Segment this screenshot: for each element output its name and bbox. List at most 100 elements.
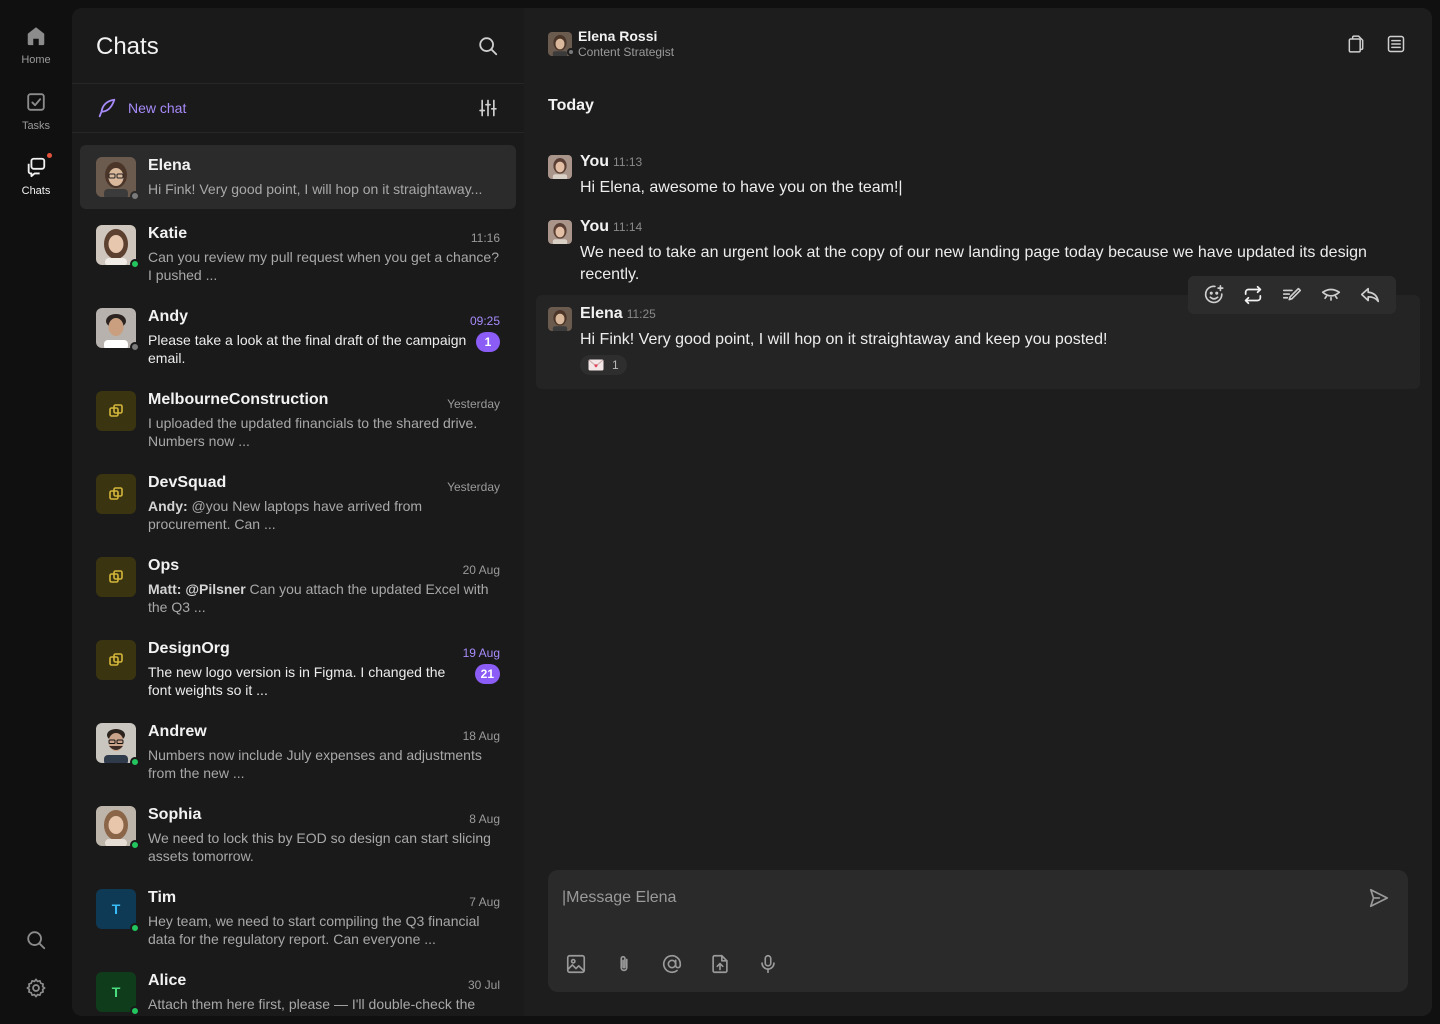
message-author: You xyxy=(580,218,610,235)
chat-time: 7 Aug xyxy=(469,895,500,909)
chat-name: Alice xyxy=(148,972,187,989)
status-indicator xyxy=(130,259,140,269)
chat-list-header: Chats xyxy=(72,8,524,84)
group-avatar xyxy=(96,391,136,431)
chat-name: Andy xyxy=(148,308,188,325)
search-icon xyxy=(25,929,47,951)
chat-item-elena[interactable]: Elena Hi Fink! Very good point, I will h… xyxy=(80,145,516,209)
chat-item-andrew[interactable]: Andrew 18 Aug Numbers now include July e… xyxy=(80,711,516,781)
avatar xyxy=(96,308,140,352)
message-text: Hi Elena, awesome to have you on the tea… xyxy=(580,179,903,196)
hide-button[interactable] xyxy=(1317,281,1345,309)
status-indicator xyxy=(130,757,140,767)
chat-name: Elena xyxy=(148,157,191,174)
rail-label-chats: Chats xyxy=(21,185,51,197)
filter-button[interactable] xyxy=(476,96,500,120)
notification-dot xyxy=(47,153,52,158)
voice-message-button[interactable] xyxy=(756,952,780,976)
search-icon xyxy=(477,35,499,57)
sliders-icon xyxy=(478,98,498,118)
chat-list-panel: Chats New chat Elena Hi Fink! Very good … xyxy=(72,8,524,1016)
chat-name: DesignOrg xyxy=(148,640,230,657)
status-indicator xyxy=(130,342,140,352)
status-indicator xyxy=(130,840,140,850)
edit-button[interactable] xyxy=(1278,281,1306,309)
chat-item-katie[interactable]: Katie 11:16 Can you review my pull reque… xyxy=(80,213,516,283)
reaction-count: 1 xyxy=(612,358,619,372)
status-indicator xyxy=(567,48,575,56)
microphone-icon xyxy=(757,953,779,975)
copy-files-icon xyxy=(1346,34,1366,54)
tasks-icon xyxy=(24,90,48,114)
eye-closed-icon xyxy=(1320,284,1342,306)
chat-time: Yesterday xyxy=(447,397,500,411)
forward-button[interactable] xyxy=(1239,281,1267,309)
image-icon xyxy=(565,953,587,975)
chat-preview: Hi Fink! Very good point, I will hop on … xyxy=(148,181,483,197)
chat-time: 30 Jul xyxy=(467,978,500,992)
message-input[interactable] xyxy=(562,884,1342,912)
chat-search-button[interactable] xyxy=(476,34,500,58)
message[interactable]: You 11:13 Hi Elena, awesome to have you o… xyxy=(536,143,1420,203)
settings-button[interactable] xyxy=(24,976,48,1000)
avatar xyxy=(96,225,140,269)
chat-item-devsquad[interactable]: DevSquad Yesterday Andy: @you New laptop… xyxy=(80,462,516,532)
message-author-line: Elena 11:25 xyxy=(580,305,656,323)
details-button[interactable] xyxy=(1384,32,1408,56)
message-time: 11:14 xyxy=(613,220,643,234)
chat-preview: Attach them here first, please — I'll do… xyxy=(148,996,476,1012)
chat-item-designorg[interactable]: DesignOrg 19 Aug The new logo version is… xyxy=(80,628,516,698)
attach-image-button[interactable] xyxy=(564,952,588,976)
group-icon xyxy=(108,403,124,419)
reply-button[interactable] xyxy=(1356,281,1384,309)
chat-preview: Numbers now include July expenses and ad… xyxy=(148,747,482,781)
mention-button[interactable] xyxy=(660,952,684,976)
rail-label-tasks: Tasks xyxy=(21,120,51,132)
chat-name: Sophia xyxy=(148,806,202,823)
new-chat-button[interactable]: New chat xyxy=(96,97,186,119)
group-icon xyxy=(108,486,124,502)
preview-sender: Andy: xyxy=(148,498,188,514)
preview-text: @you New laptops have arrived from procu… xyxy=(148,498,423,532)
chat-preview: Please take a look at the final draft of… xyxy=(148,332,467,366)
chat-item-tim[interactable]: T Tim 7 Aug Hey team, we need to start c… xyxy=(80,877,516,947)
chat-time: 18 Aug xyxy=(462,729,500,743)
preview-sender: Matt: @Pilsner xyxy=(148,581,246,597)
send-button[interactable] xyxy=(1367,886,1391,910)
chat-item-melbourneconstruction[interactable]: MelbourneConstruction Yesterday I upload… xyxy=(80,379,516,449)
files-button[interactable] xyxy=(1344,32,1368,56)
conversation-panel: Elena Rossi Content Strategist Today You… xyxy=(524,8,1432,1016)
message-author-line: You 11:13 xyxy=(580,153,642,171)
left-rail: Home Tasks Chats xyxy=(0,0,72,1024)
global-search-button[interactable] xyxy=(24,928,48,952)
new-chat-row: New chat xyxy=(72,84,524,133)
repeat-icon xyxy=(1242,284,1264,306)
avatar xyxy=(96,723,140,767)
unread-badge: 21 xyxy=(474,664,500,684)
conversation-header[interactable]: Elena Rossi Content Strategist xyxy=(548,28,674,60)
chat-name: Ops xyxy=(148,557,180,574)
chat-item-andy[interactable]: Andy 09:25 Please take a look at the fin… xyxy=(80,296,516,366)
message-time: 11:25 xyxy=(626,307,656,321)
chat-name: Tim xyxy=(148,889,177,906)
chat-preview: The new logo version is in Figma. I chan… xyxy=(148,664,446,698)
chat-time: Yesterday xyxy=(447,480,500,494)
rail-item-home[interactable]: Home xyxy=(0,24,72,80)
chat-item-sophia[interactable]: Sophia 8 Aug We need to lock this by EOD… xyxy=(80,794,516,864)
rail-item-tasks[interactable]: Tasks xyxy=(0,90,72,146)
chat-item-ops[interactable]: Ops 20 Aug Matt: @Pilsner Can you attach… xyxy=(80,545,516,615)
chat-item-alice[interactable]: T Alice 30 Jul Attach them here first, p… xyxy=(80,960,516,1016)
chat-preview: We need to lock this by EOD so design ca… xyxy=(148,830,491,864)
attach-file-button[interactable] xyxy=(612,952,636,976)
chat-time: 11:16 xyxy=(470,231,500,245)
at-sign-icon xyxy=(661,953,683,975)
reaction-chip[interactable]: 1 xyxy=(580,355,627,375)
rail-label-home: Home xyxy=(21,54,51,66)
upload-file-button[interactable] xyxy=(708,952,732,976)
chat-time: 8 Aug xyxy=(469,812,500,826)
group-avatar xyxy=(96,557,136,597)
message-time: 11:13 xyxy=(613,155,643,169)
rail-item-chats[interactable]: Chats xyxy=(0,153,72,211)
add-reaction-button[interactable] xyxy=(1200,281,1228,309)
chat-name: Andrew xyxy=(148,723,207,740)
